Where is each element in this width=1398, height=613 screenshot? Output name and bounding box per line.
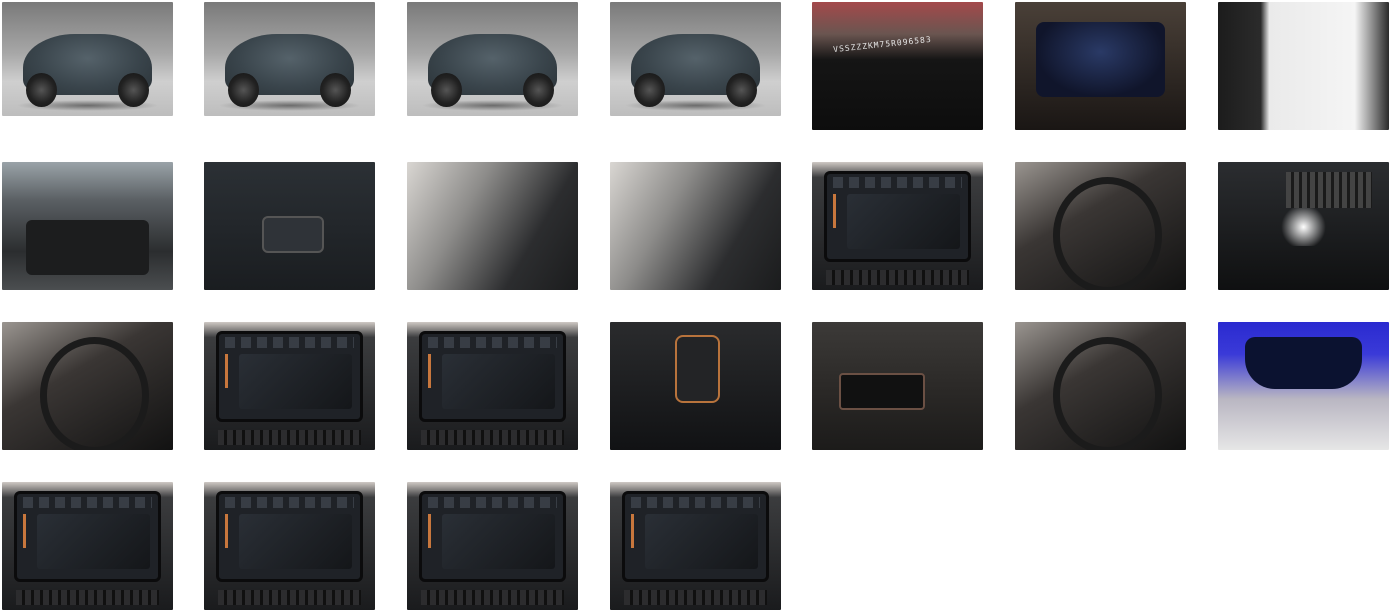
wheel-controls-icon	[2, 322, 173, 450]
gallery-thumbnail-2[interactable]	[204, 2, 375, 116]
infotainment-seat-icon	[407, 482, 578, 610]
car-front-left-icon	[2, 2, 173, 116]
parking-camera-icon	[812, 162, 983, 290]
infotainment-apps-icon	[204, 322, 375, 450]
gear-selector-icon	[610, 322, 781, 450]
gallery-thumbnail-22[interactable]	[2, 482, 173, 610]
car-rear-left-icon	[204, 2, 375, 116]
gallery-thumbnail-23[interactable]	[204, 482, 375, 610]
gallery-thumbnail-14[interactable]	[1218, 162, 1389, 290]
tailgate-button-icon	[204, 162, 375, 290]
vin-plate-icon: VSSZZZKM75R096583	[812, 2, 983, 130]
gallery-thumbnail-20[interactable]	[1015, 322, 1186, 450]
infotainment-climate-icon	[407, 322, 578, 450]
documents-keys-icon	[1218, 2, 1389, 130]
gallery-thumbnail-17[interactable]	[407, 322, 578, 450]
vin-text: VSSZZZKM75R096583	[832, 35, 932, 55]
gallery-thumbnail-13[interactable]	[1015, 162, 1186, 290]
gallery-thumbnail-25[interactable]	[610, 482, 781, 610]
dashboard-icon	[610, 162, 781, 290]
rear-seats-icon	[407, 162, 578, 290]
gallery-thumbnail-7[interactable]	[1218, 2, 1389, 130]
car-rear-right-icon	[407, 2, 578, 116]
gallery-thumbnail-12[interactable]	[812, 162, 983, 290]
infotainment-service-icon	[2, 482, 173, 610]
gallery-thumbnail-5[interactable]: VSSZZZKM75R096583	[812, 2, 983, 130]
infotainment-ambient-icon	[204, 482, 375, 610]
instrument-cluster-icon	[1015, 2, 1186, 130]
gallery-thumbnail-19[interactable]	[812, 322, 983, 450]
gallery-thumbnail-1[interactable]	[2, 2, 173, 116]
gallery-thumbnail-24[interactable]	[407, 482, 578, 610]
gallery-thumbnail-21[interactable]	[1218, 322, 1389, 450]
rear-vent-icon	[1218, 162, 1389, 290]
drive-mode-button-icon	[1015, 322, 1186, 450]
gallery-thumbnail-11[interactable]	[610, 162, 781, 290]
window-switches-icon	[812, 322, 983, 450]
gallery-thumbnail-18[interactable]	[610, 322, 781, 450]
infotainment-settings-icon	[610, 482, 781, 610]
gallery-thumbnail-8[interactable]	[2, 162, 173, 290]
gallery-thumbnail-16[interactable]	[204, 322, 375, 450]
gallery-thumbnail-4[interactable]	[610, 2, 781, 116]
gallery-thumbnail-6[interactable]	[1015, 2, 1186, 130]
car-front-right-icon	[610, 2, 781, 116]
steering-wheel-icon	[1015, 162, 1186, 290]
rearview-mirror-icon	[1218, 322, 1389, 450]
gallery-thumbnail-15[interactable]	[2, 322, 173, 450]
gallery-thumbnail-3[interactable]	[407, 2, 578, 116]
gallery-thumbnail-9[interactable]	[204, 162, 375, 290]
trunk-icon	[2, 162, 173, 290]
gallery-thumbnail-10[interactable]	[407, 162, 578, 290]
